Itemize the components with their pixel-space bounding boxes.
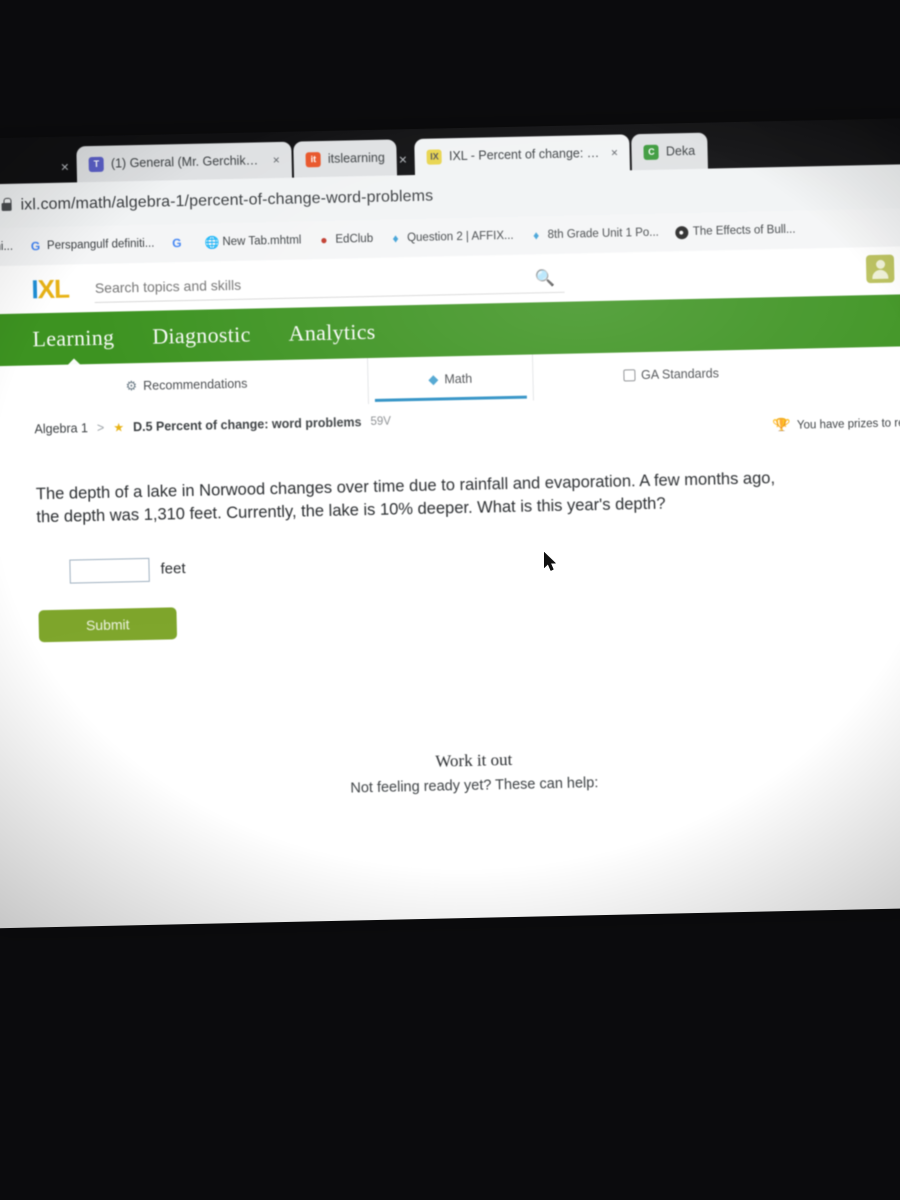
subnav-label: GA Standards [640,366,720,383]
math-icon: ◆ [428,371,439,387]
subnav-item-recommendations[interactable]: ⚙ Recommendations [125,361,248,410]
browser-tab-teams[interactable]: T (1) General (Mr. Gerchikov Wor × [76,141,293,183]
bookmark-item[interactable]: ● EdClub [317,232,373,246]
screen-content: × T (1) General (Mr. Gerchikov Wor × it … [0,117,900,929]
standards-icon [622,369,636,382]
nav-item-analytics[interactable]: Analytics [288,319,376,347]
help-footer: Work it out Not feeling ready yet? These… [39,623,900,803]
search-container[interactable]: 🔍 [94,263,566,303]
account-area[interactable]: Welcom [865,253,900,284]
dark-circle-icon: ● [674,225,688,239]
bookmark-label: The Effects of Bull... [692,223,796,238]
omnibox[interactable]: ixl.com/math/algebra-1/percent-of-change… [1,188,433,215]
google-icon: G [172,235,182,250]
star-icon[interactable]: ★ [113,420,124,434]
globe-icon: 🌐 [204,234,220,250]
question-text: The depth of a lake in Norwood changes o… [35,469,776,527]
close-icon[interactable]: × [399,151,416,175]
browser-tab-ixl[interactable]: IX IXL - Percent of change: word p × [414,134,631,175]
bookmark-item[interactable]: G [170,235,188,250]
bookmark-label: Perspangulf definiti... [46,237,155,253]
close-icon[interactable]: × [611,146,618,160]
ixl-logo[interactable]: I XL [31,273,69,305]
bookmark-item[interactable]: G Perspangulf definiti... [29,237,155,253]
tab-close-icon[interactable]: × [61,158,78,182]
drop-icon: ♦ [532,227,540,242]
bookmark-item[interactable]: 🌐 New Tab.mhtml [204,234,301,249]
lock-icon [1,202,12,212]
bookmark-item[interactable]: ● The Effects of Bull... [674,223,796,239]
search-input[interactable] [94,263,566,303]
tab-label: (1) General (Mr. Gerchikov Wor [110,153,262,171]
tab-label: IXL - Percent of change: word p [448,145,601,164]
address-text: ixl.com/math/algebra-1/percent-of-change… [20,187,434,214]
subnav-item-ga-standards[interactable]: GA Standards [622,350,720,398]
breadcrumb-skill: D.5 Percent of change: word problems [132,415,362,435]
bookmark-label: New Tab.mhtml [222,234,302,249]
breadcrumb-course[interactable]: Algebra 1 [34,421,88,436]
subnav-label: Recommendations [143,376,248,393]
subnav-label: Math [444,371,473,387]
bookmark-label: ni... [0,240,14,254]
browser-tab-deka[interactable]: C Deka [631,132,708,171]
bookmark-item[interactable]: ♦ Question 2 | AFFIX... [389,229,514,245]
drop-icon: ♦ [392,230,399,245]
bookmark-item[interactable]: ♦ 8th Grade Unit 1 Po... [529,226,659,242]
photographed-screen: × T (1) General (Mr. Gerchikov Wor × it … [0,0,900,1200]
google-icon: G [30,238,41,253]
nav-item-learning[interactable]: Learning [32,325,114,353]
search-icon[interactable]: 🔍 [535,267,555,287]
bookmark-label: Question 2 | AFFIX... [406,229,514,245]
browser-tab-itslearning[interactable]: it itslearning [293,139,398,178]
subnav-item-math[interactable]: ◆ Math [366,354,534,405]
breadcrumb-separator: > [96,420,105,435]
bookmark-label: EdClub [335,232,374,246]
answer-row: feet [37,541,900,584]
answer-input[interactable] [69,557,150,584]
recommendations-icon: ⚙ [125,378,138,394]
user-avatar-icon[interactable] [865,254,895,284]
question-area: The depth of a lake in Norwood changes o… [0,427,900,809]
tab-label: itslearning [327,150,385,166]
edclub-icon: ● [320,232,328,247]
deka-icon: C [643,144,660,160]
skill-code: 59V [370,415,392,429]
logo-letters-xl: XL [37,273,70,304]
teams-icon: T [88,156,105,172]
close-icon[interactable]: × [273,153,280,167]
bookmark-item[interactable]: ● ni... [0,240,13,254]
bookmark-label: 8th Grade Unit 1 Po... [547,226,659,242]
ixl-icon: IX [426,148,443,165]
tab-label: Deka [665,143,696,159]
answer-unit-label: feet [160,560,186,578]
submit-button[interactable]: Submit [38,607,178,643]
itslearning-icon: it [305,151,321,167]
nav-item-diagnostic[interactable]: Diagnostic [152,322,251,350]
